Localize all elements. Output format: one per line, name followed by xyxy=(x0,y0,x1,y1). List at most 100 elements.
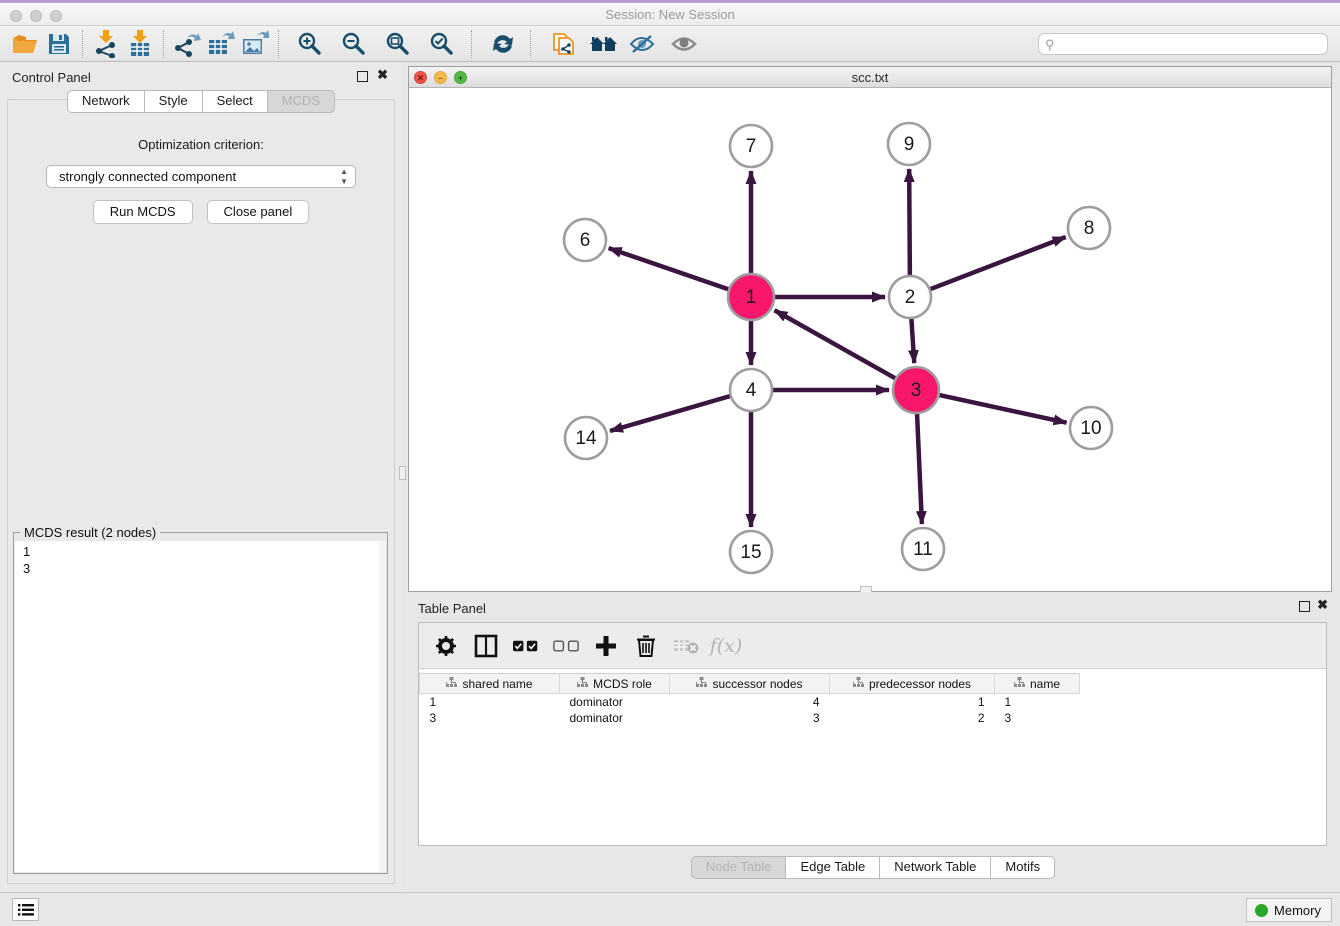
control-tab-select[interactable]: Select xyxy=(202,90,268,113)
control-panel-header: Control Panel ✖ xyxy=(0,62,402,90)
table-cell[interactable]: 3 xyxy=(420,710,560,726)
column-header-predecessor-nodes[interactable]: predecessor nodes xyxy=(830,674,995,694)
table-cell[interactable]: 1 xyxy=(830,694,995,710)
zoom-selected-icon[interactable] xyxy=(425,29,459,59)
table-tab-edge-table[interactable]: Edge Table xyxy=(785,856,880,879)
mcds-result-values[interactable]: 13 xyxy=(15,541,386,872)
add-row-icon[interactable] xyxy=(593,633,619,659)
node-table-body: 1dominator4113dominator323 xyxy=(420,694,1080,726)
close-panel-icon[interactable]: ✖ xyxy=(377,68,388,82)
table-row[interactable]: 1dominator411 xyxy=(420,694,1080,710)
main-toolbar: ⚲ xyxy=(0,26,1340,62)
criterion-dropdown[interactable]: strongly connected component ▲▼ xyxy=(46,165,356,188)
graph-node-label-6: 6 xyxy=(580,230,591,251)
float-table-panel-icon[interactable] xyxy=(1299,601,1310,612)
memory-button[interactable]: Memory xyxy=(1246,898,1332,922)
network-window-titlebar[interactable]: ✕ – + scc.txt xyxy=(409,67,1331,88)
column-header-mcds-role[interactable]: MCDS role xyxy=(560,674,670,694)
function-builder-icon[interactable]: f(x) xyxy=(713,633,739,659)
column-header-successor-nodes[interactable]: successor nodes xyxy=(670,674,830,694)
attribute-type-icon xyxy=(696,677,707,691)
table-cell[interactable]: 4 xyxy=(670,694,830,710)
graph-edge-2-3[interactable] xyxy=(911,319,914,363)
network-window-title: scc.txt xyxy=(409,70,1331,85)
zoom-out-icon[interactable] xyxy=(337,29,371,59)
toolbar-separator xyxy=(163,30,164,58)
graph-node-label-3: 3 xyxy=(911,380,922,401)
import-table-icon[interactable] xyxy=(123,29,157,59)
attribute-type-icon xyxy=(1014,677,1025,691)
export-image-icon[interactable] xyxy=(238,29,272,59)
table-panel-title: Table Panel xyxy=(418,601,486,616)
table-cell[interactable]: dominator xyxy=(560,710,670,726)
table-toolbar: f(x) xyxy=(419,623,1326,669)
mcds-result-title: MCDS result (2 nodes) xyxy=(20,525,160,540)
control-panel-title: Control Panel xyxy=(12,70,91,85)
apply-layout-icon[interactable] xyxy=(486,29,520,59)
vertical-splitter-grip[interactable] xyxy=(399,466,406,480)
save-session-icon[interactable] xyxy=(42,29,76,59)
first-neighbors-icon[interactable] xyxy=(587,29,621,59)
table-tab-motifs[interactable]: Motifs xyxy=(990,856,1055,879)
task-history-button[interactable] xyxy=(12,898,39,921)
network-canvas-svg[interactable]: 7968124314101511 xyxy=(409,88,1331,591)
graph-node-label-2: 2 xyxy=(905,287,916,308)
delete-row-icon[interactable] xyxy=(633,633,659,659)
result-scrollbar[interactable] xyxy=(379,541,386,872)
graph-node-label-7: 7 xyxy=(746,136,757,157)
deselect-all-rows-icon[interactable] xyxy=(553,633,579,659)
control-panel-tabs: NetworkStyleSelectMCDS xyxy=(0,90,402,113)
node-table-header-row: shared nameMCDS rolesuccessor nodesprede… xyxy=(420,674,1080,694)
zoom-fit-icon[interactable] xyxy=(381,29,415,59)
table-row[interactable]: 3dominator323 xyxy=(420,710,1080,726)
table-cell[interactable]: 1 xyxy=(995,694,1080,710)
graph-node-label-10: 10 xyxy=(1080,418,1101,439)
open-session-icon[interactable] xyxy=(8,29,42,59)
float-panel-icon[interactable] xyxy=(357,71,368,82)
control-tab-mcds[interactable]: MCDS xyxy=(267,90,335,113)
graph-edge-4-14[interactable] xyxy=(610,396,730,431)
close-panel-button[interactable]: Close panel xyxy=(207,200,310,224)
graph-edge-1-6[interactable] xyxy=(609,248,729,289)
toggle-columns-icon[interactable] xyxy=(473,633,499,659)
column-header-name[interactable]: name xyxy=(995,674,1080,694)
hide-selected-icon[interactable] xyxy=(625,29,659,59)
search-input[interactable] xyxy=(1038,33,1328,55)
graph-node-label-15: 15 xyxy=(740,542,761,563)
memory-label: Memory xyxy=(1274,903,1321,918)
column-header-shared-name[interactable]: shared name xyxy=(420,674,560,694)
table-tab-network-table[interactable]: Network Table xyxy=(879,856,991,879)
node-table: shared nameMCDS rolesuccessor nodesprede… xyxy=(419,673,1080,726)
show-all-icon[interactable] xyxy=(667,29,701,59)
control-tab-network[interactable]: Network xyxy=(67,90,145,113)
memory-status-icon xyxy=(1255,904,1268,917)
delete-column-icon[interactable] xyxy=(673,633,699,659)
control-tab-style[interactable]: Style xyxy=(144,90,203,113)
graph-edge-2-9[interactable] xyxy=(909,169,910,275)
table-cell[interactable]: 1 xyxy=(420,694,560,710)
attribute-type-icon xyxy=(446,677,457,691)
graph-edge-3-11[interactable] xyxy=(917,414,922,524)
graph-edge-3-10[interactable] xyxy=(939,395,1066,423)
export-table-icon[interactable] xyxy=(204,29,238,59)
table-cell[interactable]: dominator xyxy=(560,694,670,710)
search-icon: ⚲ xyxy=(1045,37,1055,53)
graph-edge-2-8[interactable] xyxy=(931,237,1066,289)
graph-node-label-14: 14 xyxy=(575,428,597,449)
zoom-in-icon[interactable] xyxy=(293,29,327,59)
table-cell[interactable]: 3 xyxy=(995,710,1080,726)
mcds-result-line: 1 xyxy=(23,543,386,560)
close-table-panel-icon[interactable]: ✖ xyxy=(1317,598,1328,612)
mcds-tab-content: Optimization criterion: strongly connect… xyxy=(7,99,395,884)
graph-edge-3-1[interactable] xyxy=(775,310,896,378)
run-mcds-button[interactable]: Run MCDS xyxy=(93,200,193,224)
graph-node-label-8: 8 xyxy=(1084,218,1095,239)
export-network-icon[interactable] xyxy=(170,29,204,59)
table-tab-node-table[interactable]: Node Table xyxy=(691,856,787,879)
import-network-icon[interactable] xyxy=(89,29,123,59)
select-all-rows-icon[interactable] xyxy=(513,633,539,659)
clone-network-icon[interactable] xyxy=(547,29,581,59)
table-cell[interactable]: 2 xyxy=(830,710,995,726)
table-cell[interactable]: 3 xyxy=(670,710,830,726)
table-settings-icon[interactable] xyxy=(433,633,459,659)
